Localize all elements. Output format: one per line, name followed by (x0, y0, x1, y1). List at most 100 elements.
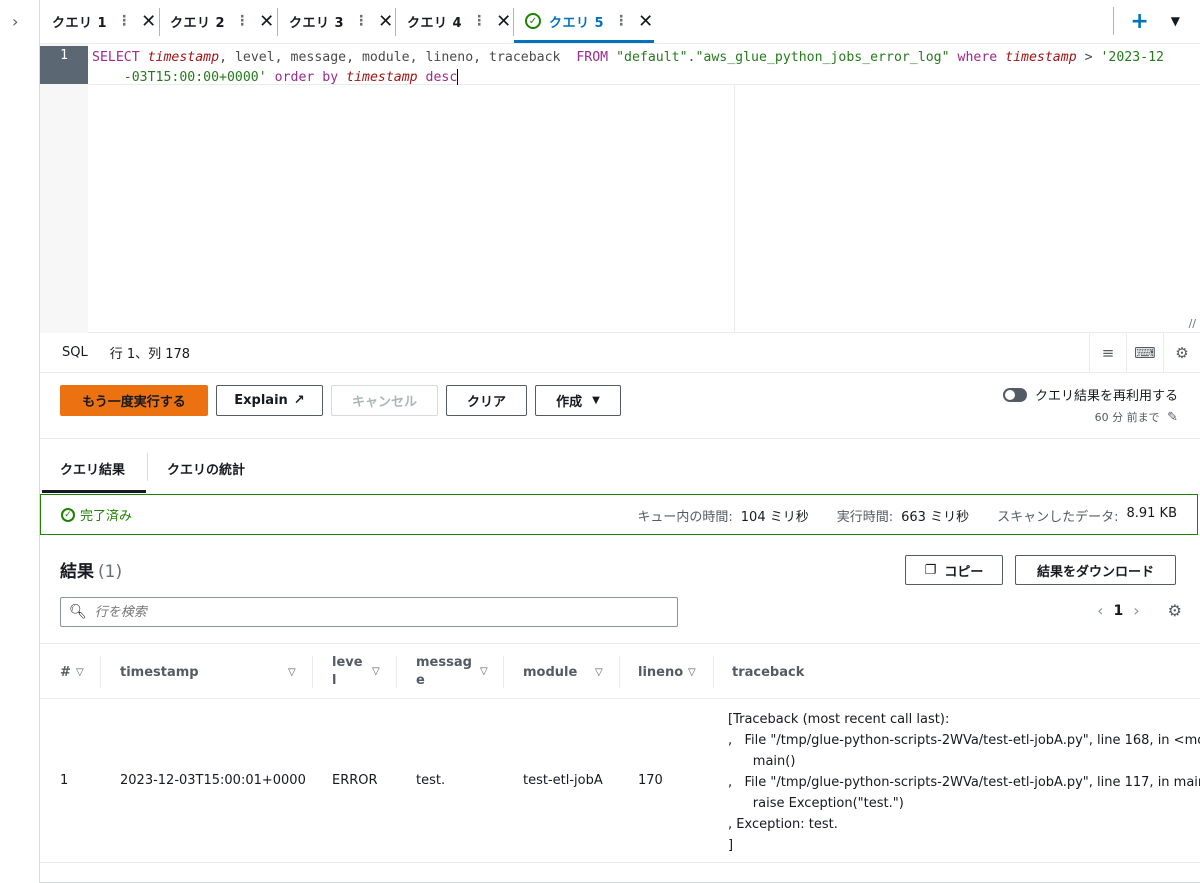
col-label: module (523, 664, 578, 680)
toggle-switch[interactable] (1002, 387, 1027, 402)
search-input[interactable] (94, 604, 655, 620)
cancel-button[interactable]: キャンセル (331, 385, 438, 416)
more-vertical-icon[interactable]: ⋮ (472, 13, 486, 29)
row-search[interactable]: 🔍︎ (60, 597, 678, 627)
query-editor: クエリ 1 ⋮ ✕ クエリ 2 ⋮ ✕ クエリ 3 ⋮ ✕ クエリ 4 ⋮ ✕ (40, 0, 1200, 883)
caret-down-icon: ▼ (592, 395, 600, 406)
create-button[interactable]: 作成 ▼ (535, 385, 621, 416)
print-margin (734, 84, 735, 332)
run-again-button[interactable]: もう一度実行する (60, 385, 208, 416)
column-divider (396, 656, 397, 688)
sort-icon[interactable]: ▽ (595, 667, 603, 678)
more-vertical-icon[interactable]: ⋮ (354, 13, 368, 29)
col-label: traceback (732, 664, 805, 680)
cell-lineno: 170 (638, 773, 663, 788)
explain-button[interactable]: Explain ↗ (216, 385, 323, 416)
edit-icon[interactable]: ✎ (1167, 410, 1178, 425)
sql-string: "aws_glue_python_jobs_error_log" (695, 50, 950, 65)
sql-string: "default" (616, 50, 688, 65)
sort-icon[interactable]: ▽ (688, 667, 696, 678)
col-label-line: l (332, 673, 337, 688)
close-icon[interactable]: ✕ (378, 11, 393, 32)
cell-traceback: [Traceback (most recent call last): , Fi… (728, 712, 1200, 853)
col-lineno[interactable]: lineno ▽ (638, 644, 718, 700)
editor-gutter: 1 (40, 44, 88, 333)
col-message[interactable]: messag e ▽ (416, 644, 496, 700)
caret-down-icon[interactable]: ▼ (1171, 14, 1180, 28)
check-circle-icon: ✓ (525, 13, 541, 29)
download-results-button[interactable]: 結果をダウンロード (1015, 555, 1176, 585)
more-vertical-icon[interactable]: ⋮ (235, 13, 249, 29)
copy-button[interactable]: ❐ コピー (905, 555, 1003, 585)
col-label: messag e (416, 654, 472, 690)
more-vertical-icon[interactable]: ⋮ (614, 13, 628, 29)
tab-divider (513, 8, 514, 36)
close-icon[interactable]: ✕ (141, 11, 156, 32)
sort-icon[interactable]: ▽ (372, 663, 380, 681)
keyboard-icon[interactable]: ⌨ (1126, 333, 1163, 373)
sort-icon[interactable]: ▽ (288, 667, 296, 678)
gear-icon[interactable]: ⚙ (1168, 601, 1182, 620)
col-label-line: e (416, 673, 425, 688)
col-module[interactable]: module ▽ (523, 644, 623, 700)
tab-actions: + ▼ (1113, 6, 1200, 36)
gear-icon[interactable]: ⚙ (1163, 333, 1200, 373)
tab-query-5[interactable]: ✓ クエリ 5 ⋮ ✕ (525, 6, 653, 36)
text-cursor (457, 69, 459, 85)
cell-timestamp: 2023-12-03T15:00:01+0000 (120, 773, 306, 788)
resize-handle-icon[interactable]: ∕∕ (1189, 317, 1196, 330)
sort-icon[interactable]: ▽ (480, 663, 488, 681)
reuse-results-toggle[interactable]: クエリ結果を再利用する (1002, 385, 1178, 404)
exec-time-label: 実行時間: (836, 510, 894, 525)
tab-query-2[interactable]: クエリ 2 ⋮ ✕ (170, 6, 274, 36)
sort-icon[interactable]: ▽ (76, 667, 84, 678)
col-index[interactable]: # ▽ (60, 644, 100, 700)
sql-editor[interactable]: 1 SELECT timestamp, level, message, modu… (40, 44, 1200, 333)
external-link-icon: ↗ (293, 393, 305, 408)
sql-code[interactable]: SELECT timestamp, level, message, module… (92, 48, 1192, 88)
side-panel-toggle[interactable]: › (0, 0, 40, 883)
tab-label: クエリ 5 (549, 15, 605, 31)
prev-page-icon[interactable]: ‹ (1097, 601, 1103, 620)
queue-time-value: 104 ミリ秒 (740, 510, 809, 525)
clear-button[interactable]: クリア (446, 385, 527, 416)
close-icon[interactable]: ✕ (259, 11, 274, 32)
col-level[interactable]: leve l ▽ (332, 644, 392, 700)
status-text: 完了済み (80, 509, 133, 524)
close-icon[interactable]: ✕ (496, 11, 511, 32)
sql-identifier: timestamp (346, 70, 418, 85)
current-page[interactable]: 1 (1114, 603, 1124, 619)
col-label: lineno (638, 664, 684, 680)
tab-query-results[interactable]: クエリ結果 (60, 459, 125, 478)
tab-query-stats[interactable]: クエリの統計 (167, 459, 245, 478)
language-label: SQL (62, 345, 88, 360)
scanned-data-value: 8.91 KB (1126, 506, 1177, 521)
chevron-right-icon[interactable]: › (12, 12, 18, 31)
col-timestamp[interactable]: timestamp ▽ (120, 644, 300, 700)
col-traceback[interactable]: traceback (732, 644, 932, 700)
more-vertical-icon[interactable]: ⋮ (117, 13, 131, 29)
tab-label: クエリ 2 (170, 15, 226, 31)
col-label-line: messag (416, 655, 472, 670)
results-count: (1) (98, 562, 123, 582)
table-row: 1 2023-12-03T15:00:01+0000 ERROR test. t… (40, 699, 1200, 863)
tab-query-4[interactable]: クエリ 4 ⋮ ✕ (407, 6, 511, 36)
sql-keyword: where (957, 50, 998, 65)
col-label: timestamp (120, 664, 199, 680)
check-circle-icon: ✓ (61, 507, 75, 522)
tab-query-3[interactable]: クエリ 3 ⋮ ✕ (289, 6, 393, 36)
cell-level: ERROR (332, 773, 378, 788)
tab-divider (395, 8, 396, 36)
close-icon[interactable]: ✕ (638, 11, 653, 32)
query-tabs: クエリ 1 ⋮ ✕ クエリ 2 ⋮ ✕ クエリ 3 ⋮ ✕ クエリ 4 ⋮ ✕ (40, 0, 1200, 44)
cursor-position: 行 1、列 178 (109, 347, 191, 362)
tab-query-1[interactable]: クエリ 1 ⋮ ✕ (52, 6, 156, 36)
format-icon[interactable]: ≡ (1089, 333, 1126, 373)
next-page-icon[interactable]: › (1133, 601, 1139, 620)
sql-string: -03T15:00:00+0000' (123, 70, 267, 85)
col-label: leve l (332, 654, 363, 690)
add-tab-icon[interactable]: + (1130, 9, 1148, 34)
col-label: # (60, 664, 71, 680)
column-divider (713, 656, 714, 688)
results-heading: 結果 (1) (60, 557, 122, 582)
